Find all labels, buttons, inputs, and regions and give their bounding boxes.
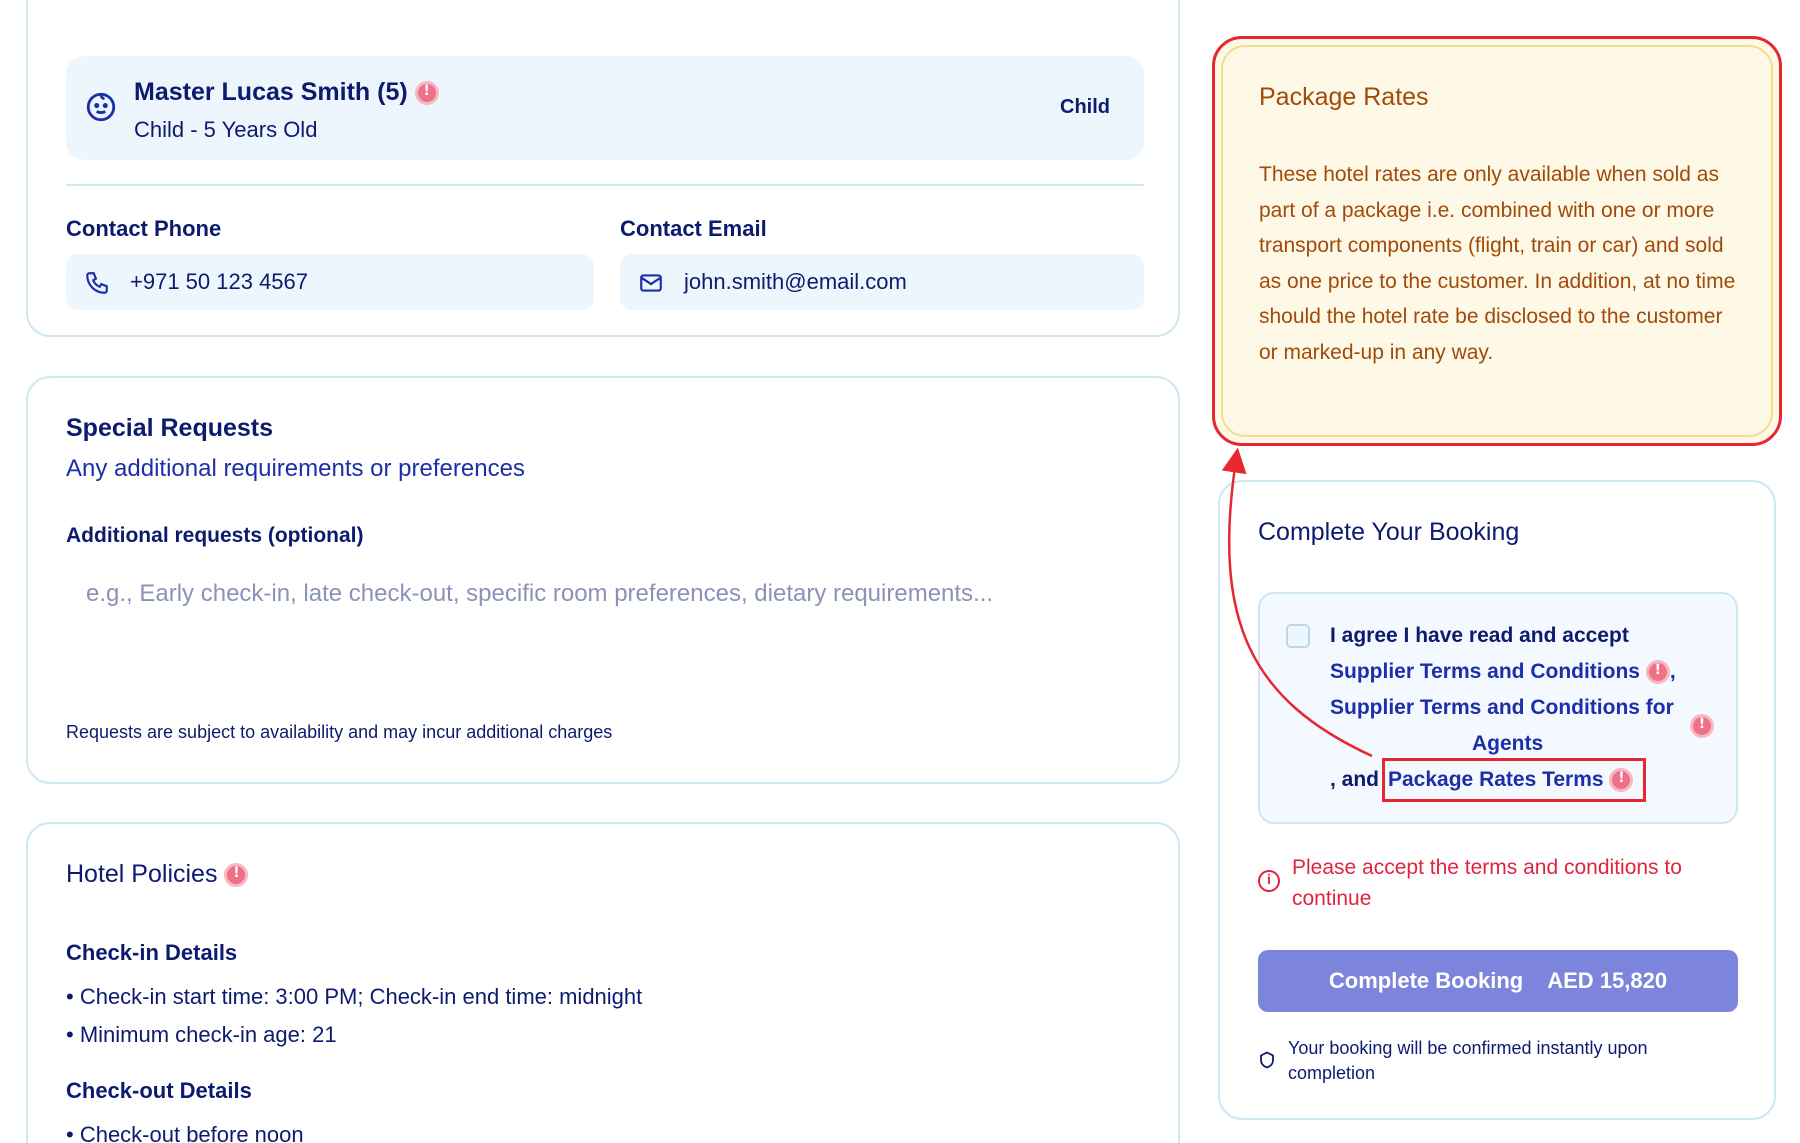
contact-email-label: Contact Email: [620, 216, 767, 241]
package-rates-title: Package Rates: [1259, 83, 1429, 111]
contact-email-field[interactable]: john.smith@email.com: [620, 254, 1144, 310]
additional-requests-input[interactable]: [66, 566, 1144, 686]
additional-requests-label: Additional requests (optional): [66, 524, 364, 547]
special-requests-subtitle: Any additional requirements or preferenc…: [66, 455, 525, 482]
mail-icon: [640, 274, 662, 292]
package-rates-card: Package Rates These hotel rates are only…: [1212, 36, 1782, 446]
button-price: AED 15,820: [1547, 968, 1668, 993]
agree-text: I agree I have read and accept: [1330, 624, 1629, 647]
special-requests-card: Special Requests Any additional requirem…: [26, 376, 1180, 784]
child-age: Child - 5 Years Old: [134, 117, 318, 142]
checkin-heading: Check-in Details: [66, 940, 238, 965]
requests-note: Requests are subject to availability and…: [66, 722, 613, 742]
terms-checkbox[interactable]: [1286, 624, 1310, 648]
contact-phone-field[interactable]: +971 50 123 4567: [66, 254, 594, 310]
checkout-item: • Check-out before noon: [66, 1122, 304, 1143]
info-icon[interactable]: [1645, 660, 1670, 685]
checkin-item: • Check-in start time: 3:00 PM; Check-in…: [66, 984, 643, 1009]
child-traveler-row: Master Lucas Smith (5) Child - 5 Years O…: [66, 56, 1144, 160]
child-name: Master Lucas Smith (5): [134, 78, 439, 107]
checkin-item: • Minimum check-in age: 21: [66, 1022, 337, 1047]
traveler-type-badge: Child: [1060, 96, 1110, 118]
package-rates-body: These hotel rates are only available whe…: [1259, 163, 1736, 364]
contact-email-value: john.smith@email.com: [684, 269, 907, 294]
info-icon[interactable]: [1690, 714, 1714, 738]
hotel-policies-title: Hotel Policies: [66, 860, 249, 889]
info-icon[interactable]: [224, 863, 249, 888]
supplier-terms-link[interactable]: Supplier Terms and Conditions ,: [1330, 660, 1676, 685]
divider: [66, 184, 1144, 186]
button-label: Complete Booking: [1328, 968, 1524, 993]
hotel-policies-card: Hotel Policies Check-in Details • Check-…: [26, 822, 1180, 1143]
confirmation-note: Your booking will be confirmed instantly…: [1288, 1038, 1648, 1083]
contact-phone-value: +971 50 123 4567: [130, 269, 309, 294]
agent-terms-link[interactable]: Supplier Terms and Conditions for: [1330, 696, 1674, 720]
agent-terms-link-line2[interactable]: Agents: [1472, 732, 1543, 756]
complete-booking-card: Complete Your Booking I agree I have rea…: [1218, 480, 1776, 1120]
terms-error-message: Please accept the terms and conditions t…: [1292, 856, 1682, 910]
phone-icon: [86, 272, 108, 294]
special-requests-title: Special Requests: [66, 414, 274, 442]
traveler-card: Master Lucas Smith (5) Child - 5 Years O…: [26, 0, 1180, 337]
alert-circle-icon: [1258, 870, 1280, 892]
complete-booking-title: Complete Your Booking: [1258, 518, 1520, 546]
child-face-icon: [86, 92, 116, 122]
complete-booking-button[interactable]: Complete Booking AED 15,820: [1258, 950, 1738, 1012]
highlight-box: [1382, 758, 1646, 802]
info-icon[interactable]: [414, 81, 439, 106]
and-text: , and: [1330, 768, 1380, 791]
contact-phone-label: Contact Phone: [66, 216, 222, 241]
shield-icon: [1260, 1051, 1274, 1069]
checkout-heading: Check-out Details: [66, 1078, 252, 1103]
terms-box: I agree I have read and accept Supplier …: [1258, 592, 1738, 824]
